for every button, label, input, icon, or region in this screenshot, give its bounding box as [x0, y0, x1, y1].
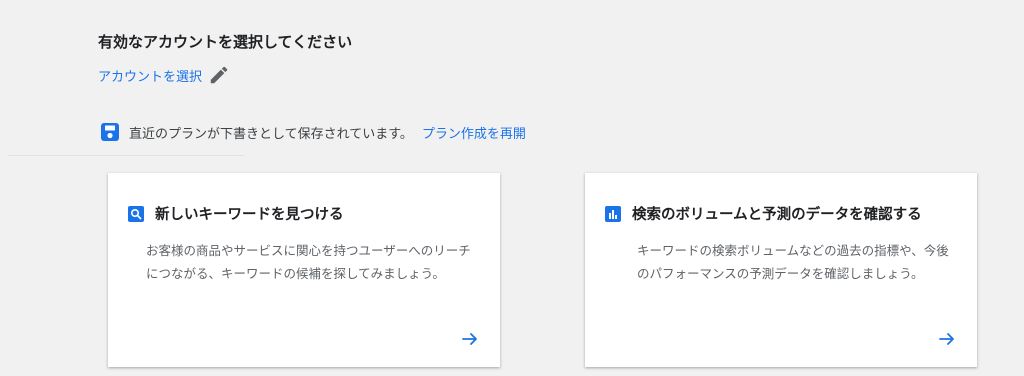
card-header: 検索のボリュームと予測のデータを確認する [605, 203, 922, 224]
search-volume-forecast-card[interactable]: 検索のボリュームと予測のデータを確認する キーワードの検索ボリュームなどの過去の… [585, 173, 977, 367]
draft-message: 直近のプランが下書きとして保存されています。 [129, 126, 413, 142]
discover-keywords-card[interactable]: 新しいキーワードを見つける お客様の商品やサービスに関心を持つユーザーへのリーチ… [108, 173, 500, 367]
arrow-right-icon[interactable] [937, 329, 957, 349]
save-icon [100, 122, 120, 142]
keyword-planner-start-page: 有効なアカウントを選択してください アカウントを選択 直近のプランが下書きとして… [0, 0, 1024, 376]
card-title: 検索のボリュームと予測のデータを確認する [632, 207, 922, 223]
card-description: お客様の商品やサービスに関心を持つユーザーへのリーチにつながる、キーワードの候補… [146, 243, 471, 281]
resume-plan-link[interactable]: プラン作成を再開 [422, 123, 526, 142]
account-selector: アカウントを選択 [98, 64, 230, 86]
page-title: 有効なアカウントを選択してください [98, 33, 353, 51]
select-account-link[interactable]: アカウントを選択 [98, 66, 202, 85]
bar-chart-icon [605, 205, 621, 222]
arrow-right-icon[interactable] [460, 329, 480, 349]
pencil-icon[interactable] [208, 64, 230, 86]
draft-notice: 直近のプランが下書きとして保存されています。 プラン作成を再開 [100, 122, 526, 142]
card-title: 新しいキーワードを見つける [155, 207, 344, 223]
search-icon [128, 205, 144, 222]
card-header: 新しいキーワードを見つける [128, 203, 344, 224]
divider [8, 155, 244, 156]
card-description: キーワードの検索ボリュームなどの過去の指標や、今後のパフォーマンスの予測データを… [637, 243, 949, 281]
